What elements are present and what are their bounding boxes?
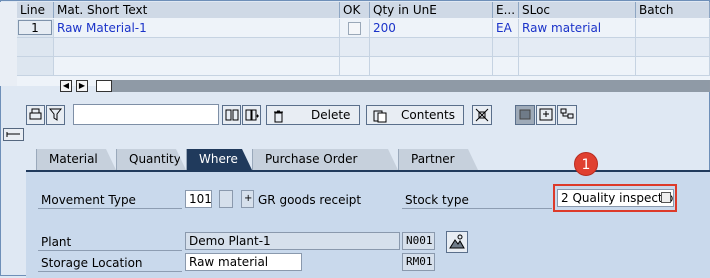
qty-cell[interactable] [370, 38, 493, 57]
col-qty[interactable]: Qty in UnE [370, 2, 493, 18]
contents-icon [373, 108, 387, 125]
scroll-track[interactable] [96, 80, 710, 92]
table-row [17, 38, 710, 57]
line-number-cell[interactable]: 1 [17, 19, 54, 38]
col-mat-short-text[interactable]: Mat. Short Text [54, 2, 340, 18]
material-cell[interactable]: Raw Material-1 [54, 19, 340, 38]
copy-icon [519, 109, 531, 120]
sloc-cell[interactable] [519, 57, 636, 76]
tab-quantity[interactable]: Quantity [116, 149, 186, 170]
find-input[interactable] [73, 104, 219, 125]
plant-map-button[interactable] [446, 231, 468, 253]
movement-plus-indicator: + [241, 190, 254, 208]
ok-cell[interactable] [340, 38, 370, 57]
line-number[interactable]: 1 [18, 20, 52, 35]
expand-button[interactable] [472, 105, 492, 125]
unit-cell[interactable]: EA [493, 19, 519, 38]
movement-type-label: Movement Type [38, 191, 182, 209]
expand-arrows-icon [475, 108, 489, 122]
tab-purchase-order-data[interactable]: Purchase Order Data [252, 149, 398, 170]
plant-code-field: N001 [402, 232, 435, 250]
plant-name-field: Demo Plant-1 [185, 232, 400, 250]
filter-icon [49, 108, 62, 121]
binoculars-plus-icon [245, 109, 259, 121]
scroll-right-icon[interactable]: ▶ [76, 80, 88, 92]
mountain-map-icon [449, 234, 465, 249]
plant-label: Plant [38, 233, 182, 251]
batch-cell[interactable] [636, 19, 710, 38]
col-unit[interactable]: E... [493, 2, 519, 18]
insert-button[interactable] [536, 105, 556, 125]
sloc-cell[interactable] [519, 38, 636, 57]
table-row [17, 57, 710, 76]
find-next-button[interactable] [242, 105, 261, 125]
scroll-left-icon[interactable]: ◀ [60, 80, 72, 92]
horizontal-scrollbar[interactable]: ◀ ▶ [44, 79, 710, 93]
scroll-thumb[interactable] [96, 80, 112, 92]
storage-location-label: Storage Location [38, 254, 182, 272]
delete-button[interactable]: Delete [266, 105, 360, 125]
structure-button[interactable] [557, 105, 577, 125]
ok-checkbox[interactable] [348, 22, 361, 35]
movement-type-description: GR goods receipt [258, 193, 362, 207]
batch-cell[interactable] [636, 38, 710, 57]
table-header: Line Mat. Short Text OK Qty in UnE E... … [17, 2, 710, 18]
printer-icon [29, 108, 42, 120]
unit-cell[interactable] [493, 38, 519, 57]
material-cell[interactable] [54, 57, 340, 76]
insert-row-icon [539, 108, 553, 121]
collapse-icon [6, 132, 20, 137]
line-number-cell[interactable] [17, 38, 54, 57]
callout-badge: 1 [574, 152, 598, 176]
filter-button[interactable] [46, 105, 65, 125]
trash-icon [273, 108, 284, 125]
movement-type-indicator [219, 190, 233, 208]
col-sloc[interactable]: SLoc [519, 2, 636, 18]
row-selector-column [0, 2, 18, 86]
copy-button[interactable] [515, 105, 535, 125]
ok-cell[interactable] [340, 19, 370, 38]
tab-partner[interactable]: Partner [398, 149, 478, 170]
items-table: Line Mat. Short Text OK Qty in UnE E... … [17, 2, 710, 86]
highlight-callout-box [553, 184, 677, 212]
col-line[interactable]: Line [17, 2, 54, 18]
hierarchy-icon [560, 108, 574, 119]
table-row[interactable]: 1 Raw Material-1 200 EA Raw material [17, 19, 710, 38]
unit-cell[interactable] [493, 57, 519, 76]
storage-location-code-field: RM01 [402, 253, 435, 271]
ok-cell[interactable] [340, 57, 370, 76]
binoculars-icon [225, 109, 238, 121]
stock-type-label: Stock type [402, 191, 552, 209]
print-button[interactable] [26, 105, 45, 125]
collapse-toggle-button[interactable] [3, 128, 24, 141]
tab-material[interactable]: Material [36, 149, 116, 170]
movement-type-field[interactable]: 101 [185, 190, 212, 208]
col-ok[interactable]: OK [340, 2, 370, 18]
qty-cell[interactable] [370, 57, 493, 76]
storage-location-name-field[interactable]: Raw material [185, 253, 302, 271]
sloc-cell[interactable]: Raw material [519, 19, 636, 38]
batch-cell[interactable] [636, 57, 710, 76]
material-cell[interactable] [54, 38, 340, 57]
find-button[interactable] [222, 105, 241, 125]
delete-label: Delete [311, 108, 351, 122]
contents-button[interactable]: Contents [366, 105, 464, 125]
line-number-cell[interactable] [17, 57, 54, 76]
tab-where[interactable]: Where [186, 149, 252, 170]
qty-cell[interactable]: 200 [370, 19, 493, 38]
col-batch[interactable]: Batch [636, 2, 710, 18]
contents-label: Contents [401, 108, 455, 122]
